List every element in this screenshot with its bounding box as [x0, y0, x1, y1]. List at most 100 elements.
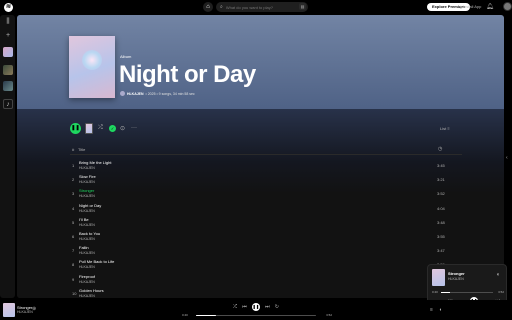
main-view: Album Night or Day HLKAJEN • 2025 • 9 so…	[17, 15, 504, 298]
playback-controls: ⤮ ⏮︎ ❚❚ ⏭︎ ↻	[233, 302, 279, 312]
column-number: #	[72, 147, 75, 152]
track-number: 2	[72, 177, 75, 183]
preview-cover[interactable]	[85, 123, 93, 134]
progress-fill	[196, 315, 217, 317]
shuffle-icon[interactable]: ⤮	[98, 125, 103, 132]
track-artist[interactable]: HLKAJEN	[79, 237, 95, 241]
album-header: Album Night or Day HLKAJEN • 2025 • 9 so…	[17, 15, 504, 109]
mini-player-cover	[432, 269, 445, 286]
sidebar-item-playlist-1[interactable]	[3, 65, 13, 75]
track-row[interactable]: 10Golden HoursHLKAJEN3:58	[70, 287, 462, 298]
track-artist[interactable]: HLKAJEN	[79, 209, 95, 213]
pause-icon[interactable]: ❚❚	[251, 303, 260, 311]
track-artist[interactable]: HLKAJEN	[79, 280, 95, 284]
check-icon[interactable]: ✓	[109, 125, 116, 132]
track-artist[interactable]: HLKAJEN	[79, 194, 95, 198]
track-artist[interactable]: HLKAJEN	[79, 251, 95, 255]
mini-player-total: 3:52	[498, 290, 504, 294]
search-input[interactable]	[225, 4, 296, 10]
cover-art-heart	[82, 50, 102, 70]
track-number: 5	[72, 219, 75, 225]
track-title[interactable]: Fireproof	[79, 274, 95, 279]
download-icon: ⤓	[460, 4, 462, 9]
track-row[interactable]: 9FireproofHLKAJEN4:05	[70, 273, 462, 287]
track-title[interactable]: Fallin	[79, 245, 89, 250]
track-row[interactable]: 6 Back to You HLKAJEN 3:55	[70, 230, 462, 244]
mini-player-elapsed: 0:40	[432, 290, 438, 294]
mini-player-title[interactable]: Stronger	[448, 271, 465, 276]
chevron-left-icon[interactable]: ‹	[506, 155, 508, 161]
action-bar: ❚❚ ⤮ ✓ ⊙ ··· List ≡	[70, 123, 500, 135]
track-title[interactable]: Back to You	[79, 231, 100, 236]
track-number: 9	[72, 276, 75, 282]
shuffle-icon[interactable]: ⤮	[233, 304, 237, 310]
track-number: 3	[72, 191, 75, 197]
sidebar-item-playlist-2[interactable]	[3, 81, 13, 91]
track-title[interactable]: Bring Me the Light	[79, 160, 111, 165]
queue-icon[interactable]: ≡	[430, 307, 433, 313]
mini-player-fill	[441, 291, 450, 293]
mini-player-artist[interactable]: HLKAJEN	[448, 277, 464, 281]
mini-player-track[interactable]	[441, 291, 493, 293]
track-row[interactable]: 2 Slow Fire HLKAJEN 3:21	[70, 173, 462, 187]
track-title[interactable]: Pull Me Back to Life	[79, 259, 114, 264]
album-cover	[69, 36, 115, 98]
play-button[interactable]: ❚❚	[70, 123, 81, 134]
mini-player-progress[interactable]: 0:40 3:52	[432, 290, 504, 294]
album-artist[interactable]: HLKAJEN	[127, 92, 144, 96]
download-icon[interactable]: ⊙	[120, 125, 125, 132]
track-row[interactable]: 1 Bring Me the Light HLKAJEN 3:45	[70, 159, 462, 173]
track-row[interactable]: 4 Night or Day HLKAJEN 4:04	[70, 202, 462, 216]
search-bar[interactable]: ⌕	[216, 2, 308, 12]
track-title[interactable]: Slow Fire	[79, 174, 96, 179]
track-title[interactable]: Stronger	[79, 188, 94, 193]
install-app-label: Install App	[462, 4, 482, 9]
add-icon[interactable]: +	[3, 31, 13, 41]
home-icon[interactable]: ⌂	[203, 2, 213, 12]
sidebar-item-liked[interactable]	[3, 47, 13, 57]
now-playing-cover[interactable]	[3, 303, 15, 317]
artist-avatar	[120, 91, 125, 96]
track-row[interactable]: 8Pull Me Back to LifeHLKAJEN3:59	[70, 258, 462, 272]
more-icon[interactable]: ···	[131, 125, 137, 131]
track-row[interactable]: 7 Fallin HLKAJEN 3:47	[70, 244, 462, 258]
track-title[interactable]: I'll Be	[79, 217, 89, 222]
track-artist[interactable]: HLKAJEN	[79, 180, 95, 184]
track-number: 8	[72, 262, 75, 268]
extra-controls: ≡ ◖	[430, 307, 442, 313]
repeat-icon[interactable]: ↻	[275, 304, 279, 310]
top-icons: 🔔︎	[486, 3, 494, 10]
track-artist[interactable]: HLKAJEN	[79, 265, 95, 269]
track-title[interactable]: Golden Hours	[79, 288, 104, 293]
track-artist[interactable]: HLKAJEN	[79, 294, 95, 298]
search-icon: ⌕	[220, 4, 223, 10]
spotify-logo-icon[interactable]: ≋	[4, 3, 13, 12]
volume-icon[interactable]: ◖	[439, 307, 442, 313]
track-duration: 3:21	[437, 177, 445, 183]
bell-icon[interactable]: 🔔︎	[486, 3, 494, 10]
now-playing-bar: Stronger HLKAJEN ⊕ ⤮ ⏮︎ ❚❚ ⏭︎ ↻ 0:40 3:5…	[0, 300, 512, 320]
album-title: Night or Day	[119, 61, 256, 88]
now-playing-artist[interactable]: HLKAJEN	[17, 310, 33, 314]
progress-track[interactable]	[196, 315, 316, 317]
playback-progress[interactable]: 0:40 3:52	[182, 313, 332, 317]
next-icon[interactable]: ⏭︎	[265, 304, 270, 310]
clock-icon: ◷	[438, 146, 443, 152]
track-number: 1	[72, 163, 75, 168]
library-icon[interactable]: ⫼	[3, 17, 13, 27]
list-view-toggle[interactable]: List ≡	[440, 126, 450, 131]
track-row[interactable]: 3 Stronger HLKAJEN 3:52	[70, 187, 462, 201]
music-note-icon[interactable]: ♪	[3, 99, 13, 109]
track-artist[interactable]: HLKAJEN	[79, 166, 95, 170]
previous-icon[interactable]: ⏮︎	[242, 304, 247, 310]
track-artist[interactable]: HLKAJEN	[79, 223, 95, 227]
add-to-library-icon[interactable]: ⊕	[32, 306, 36, 312]
install-app-link[interactable]: ⤓ Install App	[460, 3, 481, 11]
speaker-icon[interactable]: ◖	[496, 272, 500, 278]
avatar[interactable]	[503, 2, 512, 11]
browse-icon[interactable]: ▤	[299, 3, 306, 10]
track-row[interactable]: 5 I'll Be HLKAJEN 3:48	[70, 216, 462, 230]
track-title[interactable]: Night or Day	[79, 203, 101, 208]
sidebar: ⫼ + ♪	[0, 15, 15, 298]
track-duration: 4:04	[437, 205, 445, 211]
